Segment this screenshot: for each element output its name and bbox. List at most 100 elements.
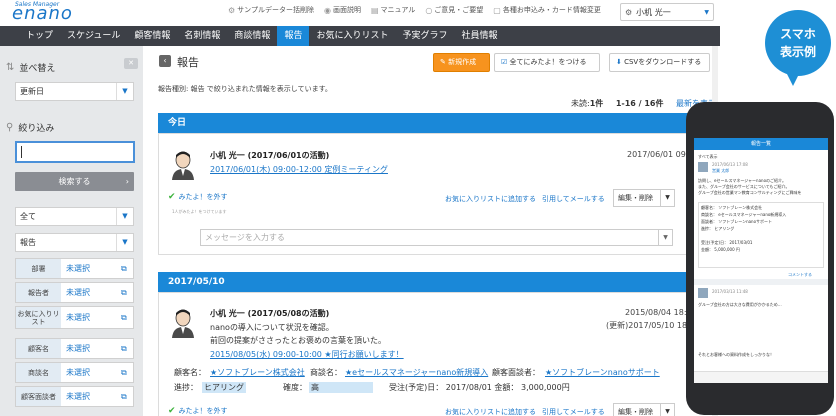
book-icon: ▤ [370, 5, 379, 15]
edit-delete-label: 編集・削除 [618, 194, 653, 202]
report-date: 2017/06/01 09:5 [627, 150, 694, 159]
phone-line: 訪問し、eセールスマネージャーnanoのご紹介。 [698, 178, 787, 183]
mitayo-label: みたよ！を外す [178, 193, 228, 201]
nav-employees[interactable]: 社員情報 [454, 26, 504, 46]
user-menu[interactable]: ⚙ 小机 光一 ▼ [620, 3, 714, 21]
customer-label: 顧客名： [174, 368, 206, 377]
filter-contact[interactable]: 顧客面談者 未選択 ⧉ [15, 386, 134, 407]
check-icon: ✔ [168, 192, 176, 202]
phone-avatar [698, 288, 708, 298]
message-input[interactable]: メッセージを入力する ▼ [200, 229, 673, 246]
header-link-delete-sample[interactable]: ⚙ サンプルデーター括削除 [228, 5, 314, 15]
filter-department[interactable]: 部署 未選択 ⧉ [15, 258, 134, 279]
add-favorite-link[interactable]: お気に入りリストに追加する [445, 407, 536, 416]
filter-value: 未選択 [66, 288, 90, 297]
phone-comment-link[interactable]: コメントする [788, 272, 812, 277]
nav-customers[interactable]: 顧客情報 [127, 26, 177, 46]
activity-link[interactable]: 2015/08/05(水) 09:00-10:00 ★同行お願いします！ [210, 349, 404, 360]
filter-value: 未選択 [66, 392, 90, 401]
edit-delete-dropdown[interactable]: 編集・削除 ▼ [613, 403, 675, 416]
report-date: 2015/08/04 18:2 [625, 308, 692, 317]
quote-mail-link[interactable]: 引用してメールする [542, 407, 605, 416]
chevron-down-icon: ▼ [658, 230, 672, 245]
nav-top[interactable]: トップ [0, 26, 60, 46]
gear-icon: ⚙ [228, 5, 236, 15]
callout-tail [786, 72, 800, 86]
nav-business-cards[interactable]: 名刺情報 [177, 26, 227, 46]
search-input[interactable] [15, 141, 135, 163]
reporter-name: 小机 光一 (2017/06/01の活動) [210, 151, 330, 160]
filter-deal[interactable]: 商談名 未選択 ⧉ [15, 362, 134, 383]
scope-select[interactable]: 全て ▼ [15, 207, 134, 226]
phone-line: すべて表示 [698, 154, 718, 159]
popup-icon: ⧉ [121, 287, 127, 297]
chat-icon: ○ [425, 5, 433, 15]
smartphone-screen: 報告一覧 すべて表示 2017/06/13 17:08 営業 太郎 訪問し、eセ… [694, 138, 828, 383]
sort-icon: ⇅ [6, 62, 15, 73]
date-band: 2017/05/10 [158, 272, 718, 292]
phone-title: 報告一覧 [750, 141, 771, 147]
date-band: 今日 [158, 113, 718, 133]
search-button[interactable]: 検索する › [15, 172, 134, 191]
mitayo-toggle[interactable]: ✔ みたよ！を外す [168, 406, 228, 416]
report-line: 前回の提案がささったとお褒めの言葉を頂いた。 [210, 336, 386, 345]
filter-reporter[interactable]: 報告者 未選択 ⧉ [15, 282, 134, 303]
filter-description: 報告種別: 報告 で絞り込まれた情報を表示しています。 [158, 85, 332, 93]
new-report-button[interactable]: ✎ 新規作成 [433, 53, 490, 72]
contact-link[interactable]: ★ソフトブレーンnanoサポート [545, 367, 660, 378]
quote-mail-link[interactable]: 引用してメールする [542, 194, 605, 204]
phone-avatar [698, 162, 708, 172]
user-name: 小机 光一 [636, 7, 671, 17]
filter-favorite-list[interactable]: お気に入りリスト 未選択 ⧉ [15, 306, 134, 329]
phone-line: 受注(予定)日： 2017/03/01 [701, 240, 753, 245]
filter-heading-label: 絞り込み [18, 124, 55, 134]
phone-line: 金額： 5,000,000 円 [701, 247, 740, 252]
filter-label: お気に入りリスト [16, 307, 61, 328]
filter-label: 顧客名 [16, 339, 61, 358]
mitayo-all-button[interactable]: ☑ 全てにみたよ！をつける [494, 53, 600, 72]
header-link-billing[interactable]: ▢ 各種お申込み・カード情報変更 [493, 5, 601, 15]
activity-link[interactable]: 2017/06/01(木) 09:00-12:00 定例ミーティング [210, 164, 388, 175]
mitayo-all-label: 全てにみたよ！をつける [509, 58, 587, 66]
mitayo-toggle[interactable]: ✔ みたよ！を外す [168, 192, 228, 202]
app-logo[interactable]: enano [12, 5, 73, 23]
nav-reports[interactable]: 報告 [277, 26, 310, 46]
sort-select[interactable]: 更新日 ▼ [15, 82, 134, 101]
text-cursor [21, 146, 22, 158]
reporter-name: 小机 光一 (2017/05/08の活動) [210, 309, 330, 318]
nav-deals[interactable]: 商談情報 [227, 26, 277, 46]
header-link-screen-guide[interactable]: ◉ 画面説明 [324, 5, 361, 15]
header-link-feedback[interactable]: ○ ご意見・ご要望 [425, 5, 483, 15]
sort-heading: ⇅ 並べ替え [6, 61, 55, 74]
callout-line: スマホ [780, 27, 816, 41]
phone-line: 2017/03/13 11:48 [712, 289, 748, 294]
nav-favorites[interactable]: お気に入りリスト [309, 26, 395, 46]
chevron-down-icon: ▼ [116, 234, 133, 251]
deal-link[interactable]: ★eセールスマネージャーnano新規導入 [345, 367, 488, 378]
back-button[interactable]: ‹ [159, 55, 171, 67]
csv-download-button[interactable]: ⬇ CSVをダウンロードする [609, 53, 710, 72]
header-link-label: ご意見・ご要望 [434, 6, 484, 14]
app-header: Sales Manager enano ⚙ サンプルデーター括削除 ◉ 画面説明 ▤… [0, 0, 720, 26]
phone-line: 進捗： ヒアリング [701, 226, 735, 231]
scope-select-value: 全て [20, 212, 36, 221]
chevron-right-icon: › [125, 177, 129, 186]
add-favorite-link[interactable]: お気に入りリストに追加する [445, 194, 536, 204]
sort-heading-label: 並べ替え [19, 64, 56, 74]
report-type-select[interactable]: 報告 ▼ [15, 233, 134, 252]
sort-select-value: 更新日 [20, 87, 44, 96]
mitayo-count: 1人がみたよ！をつけています [172, 209, 227, 214]
customer-link[interactable]: ★ソフトブレーン株式会社 [210, 367, 305, 378]
nav-schedule[interactable]: スケジュール [60, 26, 127, 46]
contact-label: 顧客面談者： [492, 368, 540, 377]
collapse-sidebar-icon[interactable]: ✕ [124, 58, 138, 69]
filter-customer[interactable]: 顧客名 未選択 ⧉ [15, 338, 134, 359]
nav-forecast-graph[interactable]: 予実グラフ [395, 26, 454, 46]
filter-label: 商談名 [16, 363, 61, 382]
popup-icon: ⧉ [121, 263, 127, 273]
report-updated-date: (更新)2017/05/10 18:3 [606, 321, 695, 330]
header-link-manual[interactable]: ▤ マニュアル [371, 5, 415, 15]
edit-delete-dropdown[interactable]: 編集・削除 ▼ [613, 189, 675, 207]
filter-label: 報告者 [16, 283, 61, 302]
filter-heading: ⚲ 絞り込み [6, 121, 54, 134]
